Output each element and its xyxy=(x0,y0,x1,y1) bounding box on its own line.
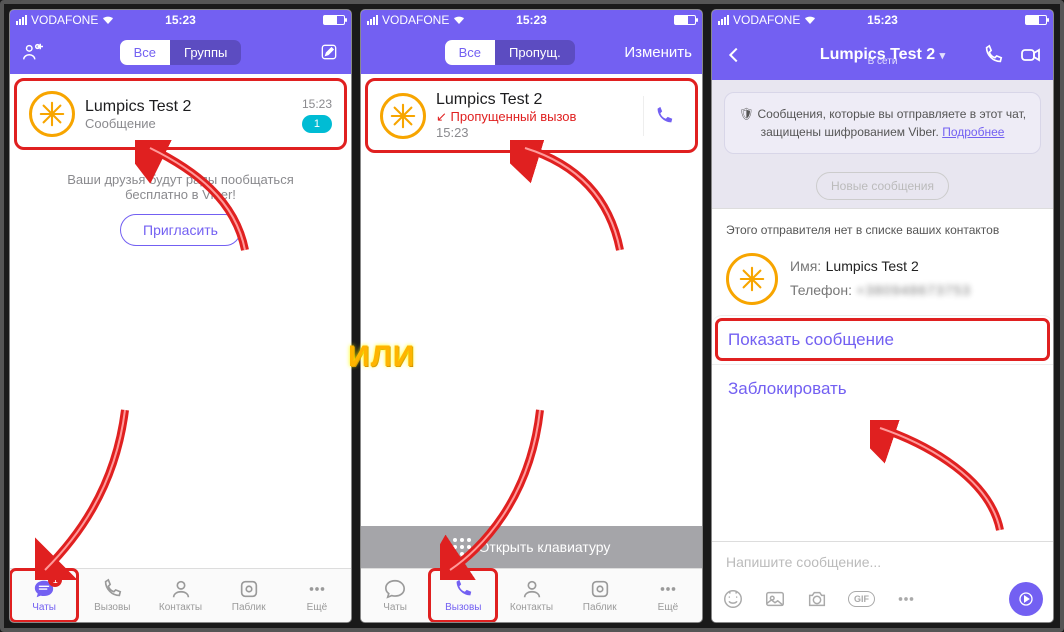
tab-contacts[interactable]: Контакты xyxy=(497,569,565,622)
avatar xyxy=(29,91,75,137)
message-input[interactable]: Напишите сообщение... xyxy=(722,548,1043,576)
tab-bar: 1 Чаты Вызовы Контакты Паблик Ещё xyxy=(10,568,351,622)
nav-bar: Все Пропущ. Изменить xyxy=(361,30,702,74)
learn-more-link[interactable]: Подробнее xyxy=(942,125,1004,139)
phone-chat-detail: VODAFONE 15:23 Lumpics Test 2 ▾ В сети 🛡… xyxy=(712,10,1053,622)
status-bar: VODAFONE 15:23 xyxy=(361,10,702,30)
tab-chats[interactable]: 1 Чаты xyxy=(10,569,78,622)
wifi-icon xyxy=(453,15,465,25)
unknown-sender-sheet: Этого отправителя нет в списке ваших кон… xyxy=(712,208,1053,541)
call-time: 15:23 xyxy=(436,125,633,140)
battery-icon xyxy=(323,15,345,25)
more-icon[interactable] xyxy=(895,588,917,610)
segment-control[interactable]: Все Пропущ. xyxy=(445,40,575,65)
open-keypad[interactable]: Открыть клавиатуру xyxy=(361,526,702,568)
chat-name: Lumpics Test 2 xyxy=(85,98,292,116)
wifi-icon xyxy=(804,15,816,25)
call-name: Lumpics Test 2 xyxy=(436,91,633,109)
invite-text: Ваши друзья будут рады пообщаться беспла… xyxy=(40,172,321,202)
encryption-notice: 🛡 Сообщения, которые вы отправляете в эт… xyxy=(724,92,1041,154)
tab-public[interactable]: Паблик xyxy=(566,569,634,622)
invite-block: Ваши друзья будут рады пообщаться беспла… xyxy=(10,154,351,264)
carrier-label: VODAFONE xyxy=(31,13,98,27)
new-messages-pill: Новые сообщения xyxy=(816,172,949,200)
status-bar: VODAFONE 15:23 xyxy=(712,10,1053,30)
unread-badge: 1 xyxy=(302,115,332,133)
invite-button[interactable]: Пригласить xyxy=(120,214,241,246)
chat-time: 15:23 xyxy=(302,97,332,111)
keypad-icon xyxy=(453,538,471,556)
camera-icon[interactable] xyxy=(806,588,828,610)
call-row[interactable]: Lumpics Test 2 ↙ Пропущенный вызов 15:23 xyxy=(365,78,698,153)
sender-phone: +380948673753 xyxy=(856,282,971,298)
seg-groups[interactable]: Группы xyxy=(170,40,241,65)
status-bar: VODAFONE 15:23 xyxy=(10,10,351,30)
phone-chats: VODAFONE 15:23 Все Группы Lumpics Test 2… xyxy=(10,10,351,622)
tab-chats[interactable]: Чаты xyxy=(361,569,429,622)
sticker-icon[interactable] xyxy=(722,588,744,610)
or-label: ИЛИ xyxy=(348,340,415,374)
new-group-icon[interactable] xyxy=(20,40,44,64)
nav-bar: Lumpics Test 2 ▾ В сети xyxy=(712,30,1053,80)
tab-more[interactable]: Ещё xyxy=(283,569,351,622)
send-button[interactable] xyxy=(1009,582,1043,616)
block-button[interactable]: Заблокировать xyxy=(712,364,1053,413)
shield-icon: 🛡 xyxy=(739,107,754,121)
seg-all[interactable]: Все xyxy=(120,40,170,65)
gif-icon[interactable]: GIF xyxy=(848,591,875,607)
call-button[interactable] xyxy=(643,96,683,136)
sheet-title: Этого отправителя нет в списке ваших кон… xyxy=(712,209,1053,243)
show-message-button[interactable]: Показать сообщение xyxy=(712,315,1053,364)
gallery-icon[interactable] xyxy=(764,588,786,610)
tab-bar: Чаты Вызовы Контакты Паблик Ещё xyxy=(361,568,702,622)
seg-missed[interactable]: Пропущ. xyxy=(495,40,575,65)
tab-calls[interactable]: Вызовы xyxy=(429,569,497,622)
avatar xyxy=(380,93,426,139)
phone-calls: VODAFONE 15:23 Все Пропущ. Изменить Lump… xyxy=(361,10,702,622)
avatar xyxy=(726,253,778,305)
chat-preview: Сообщение xyxy=(85,116,292,131)
wifi-icon xyxy=(102,15,114,25)
signal-icon xyxy=(16,15,27,25)
tab-more[interactable]: Ещё xyxy=(634,569,702,622)
chat-row[interactable]: Lumpics Test 2 Сообщение 15:23 1 xyxy=(14,78,347,150)
presence-label: В сети xyxy=(712,56,1053,67)
segment-control[interactable]: Все Группы xyxy=(120,40,242,65)
seg-all[interactable]: Все xyxy=(445,40,495,65)
compose-icon[interactable] xyxy=(317,40,341,64)
tab-public[interactable]: Паблик xyxy=(215,569,283,622)
tab-contacts[interactable]: Контакты xyxy=(146,569,214,622)
sender-name: Lumpics Test 2 xyxy=(826,258,919,274)
call-missed: ↙ Пропущенный вызов xyxy=(436,109,633,125)
tab-calls[interactable]: Вызовы xyxy=(78,569,146,622)
nav-bar: Все Группы xyxy=(10,30,351,74)
edit-button[interactable]: Изменить xyxy=(624,44,692,61)
composer: Напишите сообщение... GIF xyxy=(712,541,1053,622)
tab-badge: 1 xyxy=(48,573,62,587)
